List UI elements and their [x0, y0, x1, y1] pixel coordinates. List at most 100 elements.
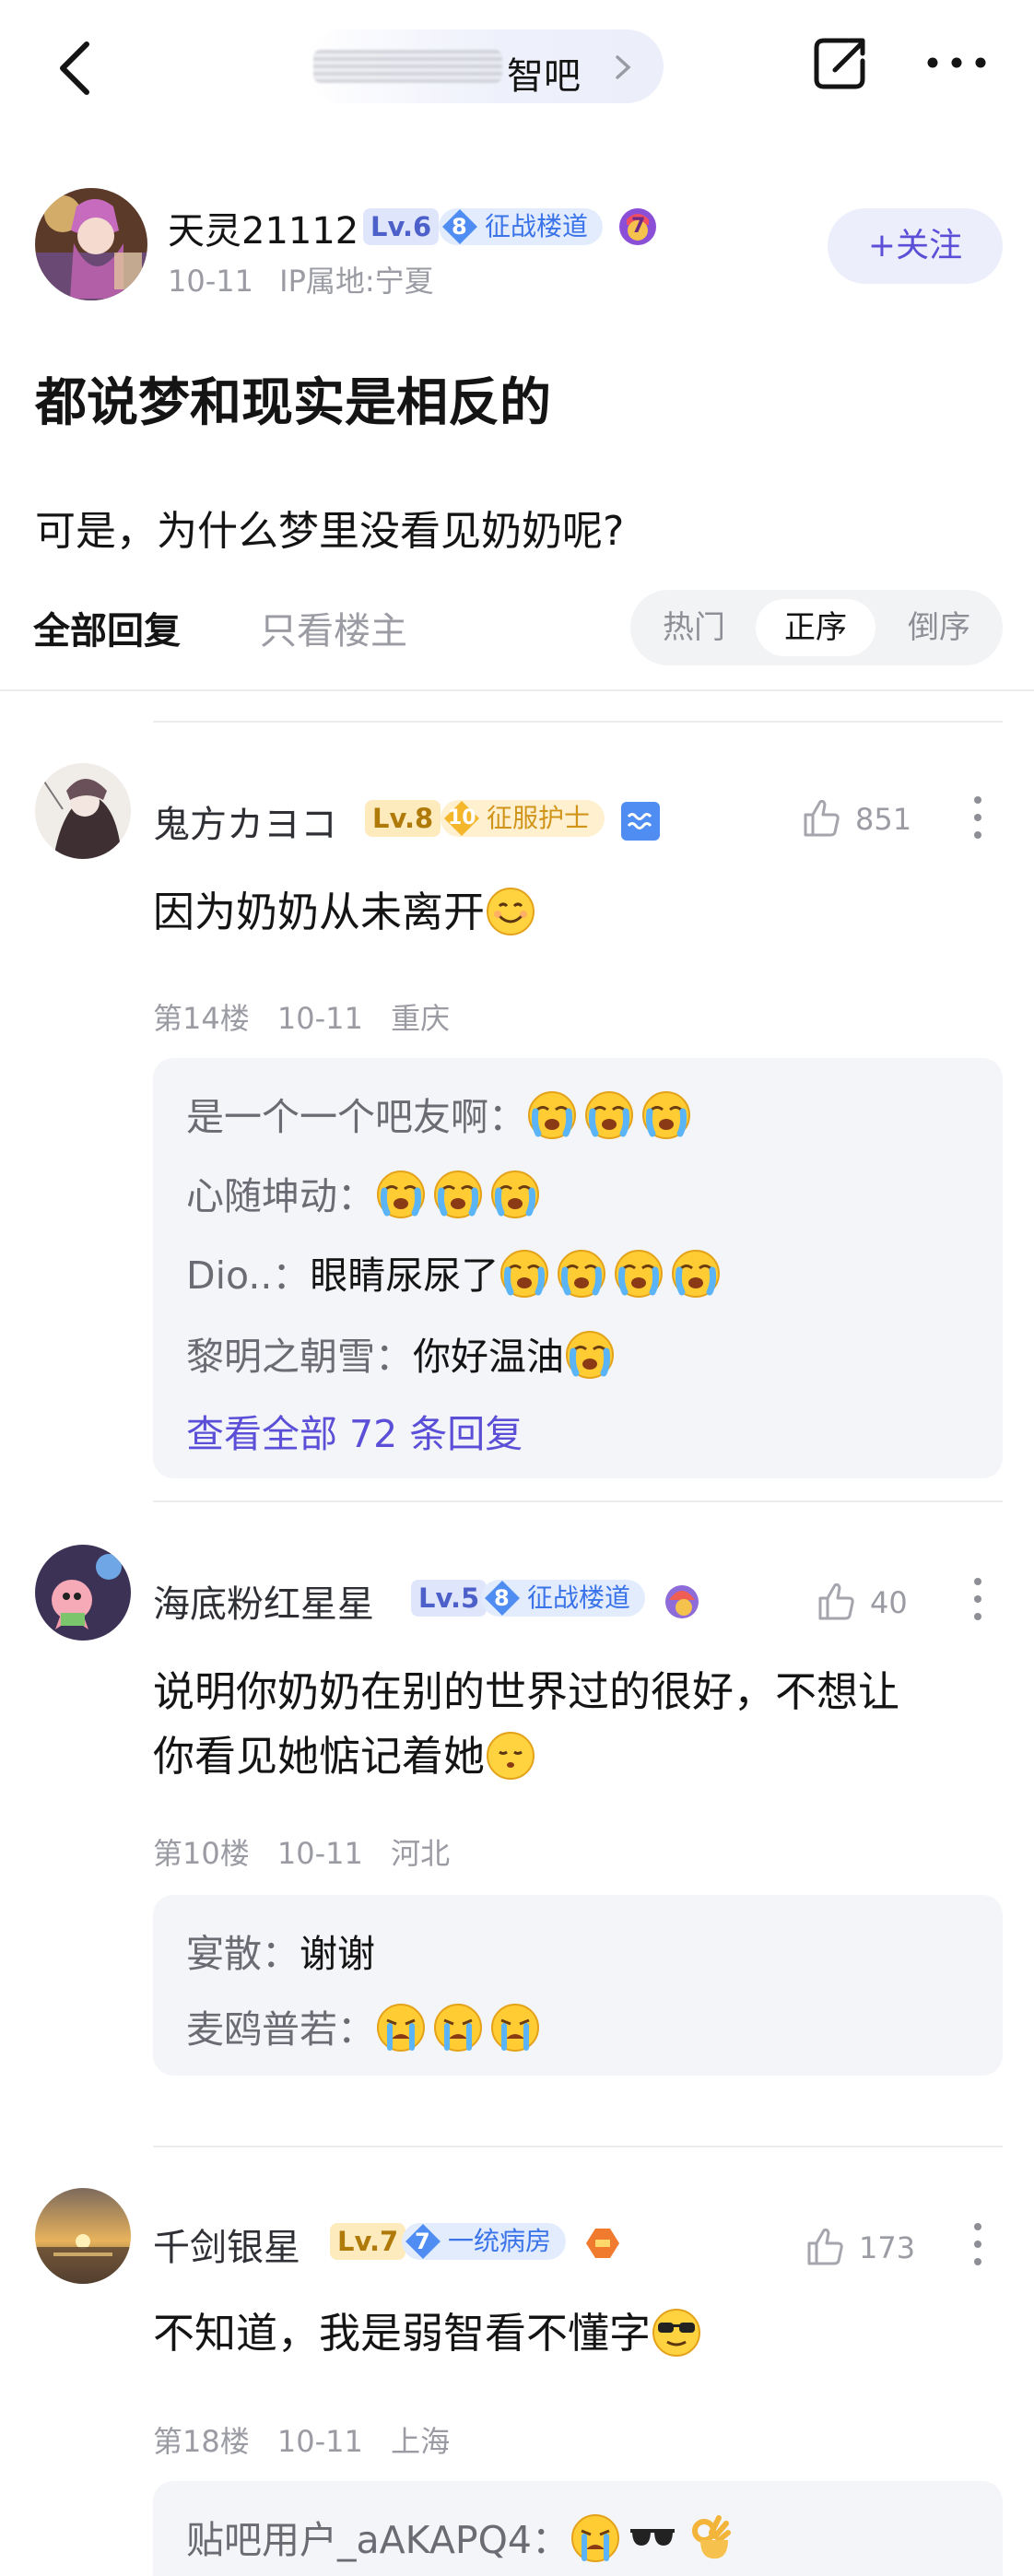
- sub-reply[interactable]: 贴吧用户_aAKAPQ4：: [186, 2509, 741, 2564]
- sub-reply-user: 黎明之朝雪：: [186, 1335, 413, 1379]
- tab-all-replies[interactable]: 全部回复: [33, 601, 181, 654]
- post-meta: 10-11 IP属地:宁夏: [168, 258, 434, 300]
- reply-date: 10-11: [276, 2424, 363, 2459]
- smile-emoji-icon: [485, 886, 536, 937]
- post-title: 都说梦和现实是相反的: [35, 373, 551, 433]
- floor-number: 第10楼: [153, 1836, 250, 1871]
- user-level-badge: Lv.5: [411, 1580, 488, 1617]
- badge-number: 7: [415, 2229, 430, 2254]
- divider: [0, 689, 1034, 691]
- back-arrow-icon[interactable]: [52, 39, 96, 98]
- cry-emoji-icon: [613, 1248, 664, 1300]
- cry-emoji-icon: [583, 1089, 635, 1141]
- sort-desc-button[interactable]: 倒序: [879, 599, 999, 656]
- sub-reply-user: Dio..：: [186, 1253, 311, 1298]
- medal-icon: [664, 1583, 700, 1620]
- sunglasses-emoji-icon: [627, 2512, 678, 2564]
- ip-location: IP属地:宁夏: [279, 264, 434, 299]
- reply-avatar[interactable]: [35, 1545, 131, 1641]
- reply-username[interactable]: 海底粉红星星: [153, 1574, 374, 1628]
- reply-date: 10-11: [276, 1836, 363, 1871]
- sub-reply-text: 眼睛尿尿了: [310, 1253, 499, 1298]
- floor-number: 第18楼: [153, 2424, 250, 2459]
- thumb-up-icon: [800, 796, 842, 839]
- badge-label: 征战楼道: [485, 211, 589, 241]
- sub-reply[interactable]: 黎明之朝雪：你好温油: [186, 1325, 621, 1381]
- sub-replies-box: 贴吧用户_aAKAPQ4：: [153, 2481, 1003, 2576]
- author-avatar[interactable]: [35, 188, 147, 300]
- sub-reply[interactable]: 宴散：谢谢: [186, 1923, 375, 1978]
- forum-name: 智吧: [507, 55, 581, 98]
- view-all-replies-link[interactable]: 查看全部 72 条回复: [186, 1403, 523, 1458]
- divider: [153, 2146, 1003, 2147]
- reply-meta: 第18楼 10-11 上海: [153, 2418, 450, 2461]
- ok-hand-emoji-icon: [684, 2512, 735, 2564]
- reply-username[interactable]: 鬼方カヨコ: [153, 794, 337, 848]
- badge-label: 征战楼道: [527, 1582, 631, 1613]
- medal-icon: [582, 2225, 623, 2262]
- reply-text: 说明你奶奶在别的世界过的很好，不想让 你看见她惦记着她: [153, 1663, 1001, 1786]
- sub-reply[interactable]: 心随坤动：: [186, 1165, 546, 1220]
- badge-number: 10: [448, 806, 476, 829]
- sob-emoji-icon: [432, 2002, 484, 2053]
- badge-number: 8: [494, 1585, 510, 1611]
- sort-hot-button[interactable]: 热门: [634, 599, 754, 656]
- sub-reply[interactable]: 麦鸥普若：: [186, 1998, 546, 2053]
- reply-location: 重庆: [391, 1001, 451, 1036]
- top-navigation-bar: 智吧: [0, 0, 1034, 138]
- pout-emoji-icon: [485, 1730, 536, 1782]
- sub-reply[interactable]: Dio..：眼睛尿尿了: [186, 1244, 727, 1300]
- chevron-right-icon: [616, 55, 631, 79]
- cool-emoji-icon: [651, 2307, 702, 2358]
- cry-emoji-icon: [556, 1248, 607, 1300]
- share-icon[interactable]: [809, 33, 870, 94]
- reply-avatar[interactable]: [35, 763, 131, 859]
- author-name[interactable]: 天灵21112: [168, 201, 358, 254]
- post-date: 10-11: [168, 264, 253, 299]
- author-level-badge: Lv.6: [363, 208, 440, 245]
- like-count: 851: [855, 802, 912, 837]
- cry-emoji-icon: [640, 1089, 692, 1141]
- user-honor-badge: 10 征服护士: [441, 800, 605, 837]
- medal-number: 7: [631, 215, 646, 238]
- reply-text-content: 因为奶奶从未离开: [153, 888, 486, 936]
- reply-avatar[interactable]: [35, 2188, 131, 2284]
- sub-reply-user: 心随坤动：: [186, 1174, 375, 1218]
- cry-emoji-icon: [564, 1329, 616, 1381]
- cry-emoji-icon: [489, 1169, 541, 1220]
- sub-reply-user: 宴散：: [186, 1932, 300, 1976]
- reply-text-content: 不知道，我是弱智看不懂字: [153, 2309, 652, 2358]
- more-options-icon[interactable]: [925, 55, 988, 70]
- more-options-icon[interactable]: [971, 2221, 984, 2267]
- follow-button[interactable]: +关注: [828, 208, 1003, 284]
- sub-reply-user: 是一个一个吧友啊：: [186, 1095, 526, 1139]
- user-level-badge: Lv.8: [365, 800, 441, 837]
- divider: [153, 721, 1003, 723]
- floor-number: 第14楼: [153, 1001, 250, 1036]
- reply-text: 不知道，我是弱智看不懂字: [153, 2304, 1001, 2363]
- reply-username[interactable]: 千剑银星: [153, 2217, 300, 2271]
- more-options-icon[interactable]: [971, 1576, 984, 1622]
- cry-emoji-icon: [375, 1169, 427, 1220]
- like-count: 40: [870, 1585, 908, 1620]
- reply-meta: 第10楼 10-11 河北: [153, 1830, 450, 1873]
- sub-reply-user: 贴吧用户_aAKAPQ4：: [186, 2518, 570, 2562]
- like-count: 173: [859, 2230, 916, 2265]
- sub-reply[interactable]: 是一个一个吧友啊：: [186, 1086, 698, 1141]
- badge-number: 8: [452, 214, 467, 240]
- reply-date: 10-11: [276, 1001, 363, 1036]
- user-honor-badge: 8 征战楼道: [481, 1580, 646, 1617]
- sub-reply-text: 你好温油: [413, 1335, 564, 1379]
- forum-entry-button[interactable]: 智吧: [304, 29, 664, 103]
- cry-emoji-icon: [526, 1089, 578, 1141]
- sort-asc-button[interactable]: 正序: [756, 599, 875, 656]
- tab-op-only[interactable]: 只看楼主: [260, 601, 407, 654]
- reply-text-line: 你看见她惦记着她: [153, 1732, 486, 1781]
- reply-location: 上海: [391, 2424, 451, 2459]
- sort-segmented-control: 热门 正序 倒序: [630, 590, 1003, 665]
- sob-emoji-icon: [489, 2002, 541, 2053]
- sob-emoji-icon: [375, 2002, 427, 2053]
- user-level-badge: Lv.7: [330, 2223, 406, 2260]
- more-options-icon[interactable]: [971, 794, 984, 841]
- post-body: 可是，为什么梦里没看见奶奶呢?: [35, 508, 625, 555]
